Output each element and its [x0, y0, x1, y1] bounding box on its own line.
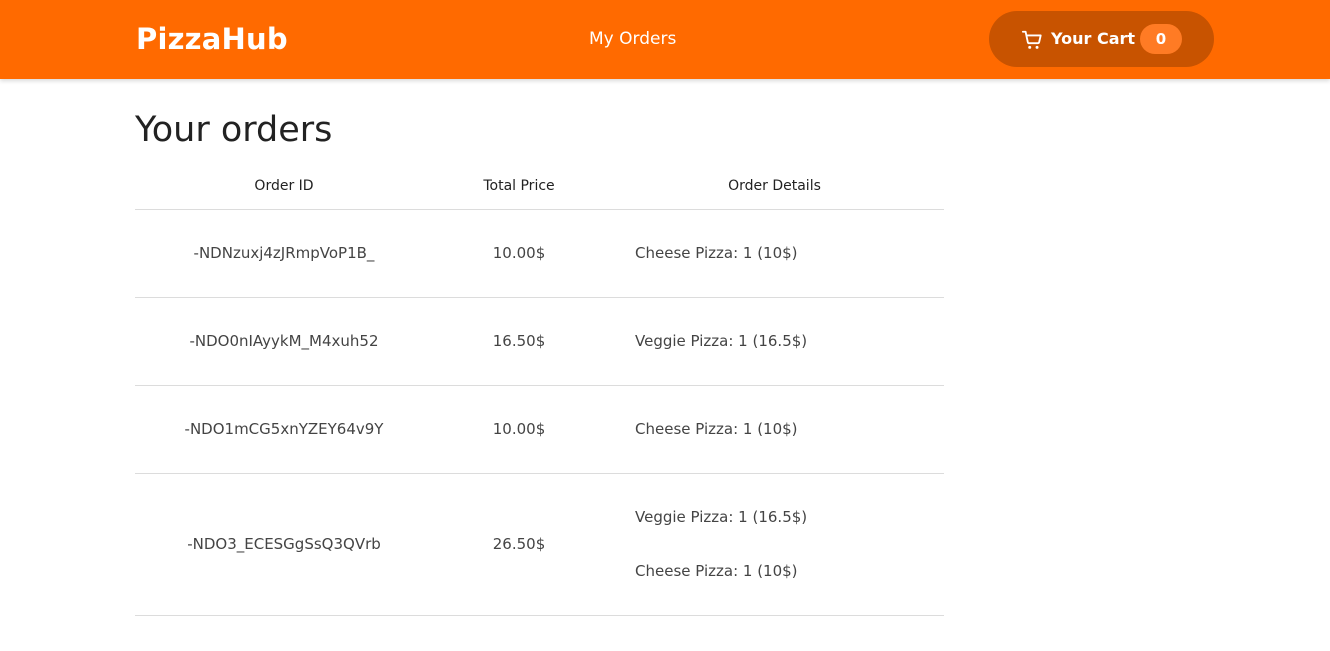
total-price-cell: 10.00$	[433, 385, 605, 474]
my-orders-link[interactable]: My Orders	[589, 29, 676, 49]
cart-icon	[1021, 30, 1042, 49]
table-row: -NDO0nIAyykM_M4xuh52 16.50$ Veggie Pizza…	[135, 297, 944, 386]
total-price-cell: 26.50$	[433, 473, 605, 616]
table-row: -NDO1mCG5xnYZEY64v9Y 10.00$ Cheese Pizza…	[135, 385, 944, 474]
top-navbar: PizzaHub My Orders Your Cart 0	[0, 0, 1330, 79]
table-row: -NDNzuxj4zJRmpVoP1B_ 10.00$ Cheese Pizza…	[135, 209, 944, 298]
total-price-cell: 16.50$	[433, 297, 605, 386]
cart-count-badge: 0	[1140, 24, 1182, 54]
cart-label: Your Cart	[1051, 29, 1136, 48]
order-detail-line: Cheese Pizza: 1 (10$)	[635, 244, 798, 262]
order-detail-line: Cheese Pizza: 1 (10$)	[635, 420, 798, 438]
header-order-id: Order ID	[135, 163, 433, 210]
order-details-cell: Veggie Pizza: 1 (16.5$)	[605, 297, 944, 386]
order-id-cell: -NDO0nIAyykM_M4xuh52	[135, 297, 433, 386]
header-order-details: Order Details	[605, 163, 944, 210]
order-details-cell: Veggie Pizza: 1 (16.5$) Cheese Pizza: 1 …	[605, 473, 944, 616]
order-id-cell: -NDO3_ECESGgSsQ3QVrb	[135, 473, 433, 616]
total-price-cell: 10.00$	[433, 209, 605, 298]
order-detail-line: Cheese Pizza: 1 (10$)	[635, 562, 798, 580]
orders-table: Order ID Total Price Order Details -NDNz…	[135, 163, 944, 616]
table-row: -NDO3_ECESGgSsQ3QVrb 26.50$ Veggie Pizza…	[135, 473, 944, 616]
order-detail-line: Veggie Pizza: 1 (16.5$)	[635, 332, 808, 350]
order-details-cell: Cheese Pizza: 1 (10$)	[605, 209, 944, 298]
your-cart-button[interactable]: Your Cart 0	[989, 11, 1214, 67]
brand-logo[interactable]: PizzaHub	[136, 22, 288, 56]
order-detail-line: Veggie Pizza: 1 (16.5$)	[635, 508, 808, 526]
header-total-price: Total Price	[433, 163, 605, 210]
order-id-cell: -NDNzuxj4zJRmpVoP1B_	[135, 209, 433, 298]
table-header-row: Order ID Total Price Order Details	[135, 163, 944, 210]
order-id-cell: -NDO1mCG5xnYZEY64v9Y	[135, 385, 433, 474]
order-details-cell: Cheese Pizza: 1 (10$)	[605, 385, 944, 474]
page-title: Your orders	[135, 110, 333, 150]
